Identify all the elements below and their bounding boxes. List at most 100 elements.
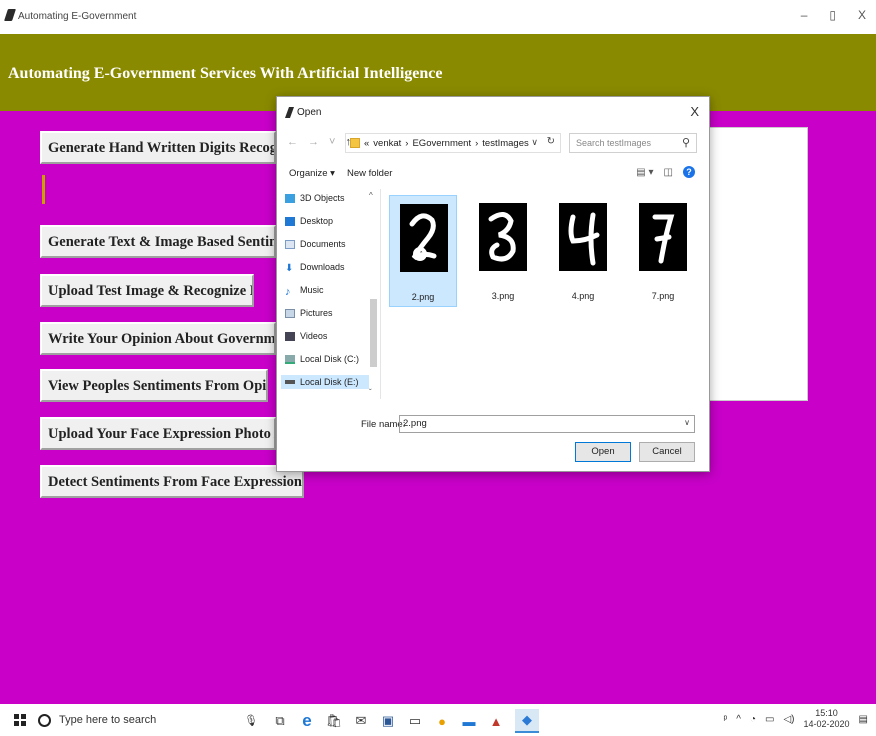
edge-browser-icon[interactable]: e <box>299 711 315 730</box>
minimize-button[interactable]: – <box>801 8 808 22</box>
window-title: Automating E-Government <box>18 11 137 22</box>
nav-item-label: Local Disk (C:) <box>300 354 360 364</box>
taskbar-search[interactable]: Type here to search 🎙 <box>38 708 268 732</box>
address-bar[interactable]: « venkat › EGovernment › testImages ∨ ↻ <box>345 133 561 153</box>
system-tray: ᵖ ^ ◔ ▭ ◁) 15:10 14-02-2020 ▤ <box>723 708 868 730</box>
task-view-icon[interactable]: ⧉ <box>272 712 288 730</box>
refresh-icon[interactable]: ↻ <box>547 136 555 147</box>
forward-arrow-icon[interactable]: → <box>308 136 319 148</box>
close-button[interactable]: X <box>858 8 866 22</box>
upload-face-photo-button[interactable]: Upload Your Face Expression Photo About … <box>40 417 276 450</box>
file-name-input[interactable]: 2.png ∨ <box>399 415 695 433</box>
file-name-row: File name: 2.png ∨ <box>277 415 709 435</box>
chevron-down-icon[interactable]: ∨ <box>531 137 538 148</box>
file-explorer-icon[interactable]: ▬ <box>461 712 477 730</box>
generate-sentiment-model-button[interactable]: Generate Text & Image Based Sentiment De… <box>40 225 276 258</box>
open-file-dialog: Open X ← → ˅ ↑ « venkat › EGovernment › … <box>276 96 710 472</box>
mail-icon[interactable]: ✉ <box>353 712 369 730</box>
nav-item-pictures[interactable]: Pictures <box>285 308 333 318</box>
windows-drive-icon <box>285 354 295 364</box>
generate-digits-model-button[interactable]: Generate Hand Written Digits Recognition… <box>40 131 276 164</box>
digit-image-thumbnail <box>400 204 448 272</box>
breadcrumb-separator: › <box>405 137 409 149</box>
recent-chevron-icon[interactable]: ˅ <box>329 136 335 148</box>
search-input[interactable]: Search testImages ⚲ <box>569 133 697 153</box>
search-icon: ⚲ <box>681 137 690 149</box>
file-item-3[interactable]: 3.png <box>469 195 537 307</box>
nav-scrollbar[interactable]: ^ ˇ <box>369 191 378 397</box>
detect-face-sentiment-button[interactable]: Detect Sentiments From Face Expression P… <box>40 465 304 498</box>
cancel-button[interactable]: Cancel <box>639 442 695 462</box>
battery-icon[interactable]: ▭ <box>765 714 774 725</box>
dialog-close-button[interactable]: X <box>690 104 699 119</box>
breadcrumb-venkat[interactable]: venkat <box>373 138 401 149</box>
nav-item-label: Documents <box>300 239 346 249</box>
navigation-pane: 3D Objects Desktop Documents ⬇ Downloads … <box>277 189 381 399</box>
nav-item-local-disk-e[interactable]: Local Disk (E:) <box>281 375 369 389</box>
taskbar-apps: ⧉ e 🛍 ✉ ▣ ▭ ● ▬ ▲ ◆ <box>272 709 539 733</box>
change-view-icon[interactable]: ▤ ▾ <box>636 167 653 178</box>
organize-menu[interactable]: Organize ▾ <box>289 168 335 179</box>
chevron-up-icon[interactable]: ^ <box>736 714 741 725</box>
breadcrumb-overflow[interactable]: « <box>364 138 369 149</box>
nav-item-documents[interactable]: Documents <box>285 239 346 249</box>
microphone-icon[interactable]: 🎙 <box>244 714 258 727</box>
nav-item-local-disk-c[interactable]: Local Disk (C:) <box>285 354 359 364</box>
chevron-up-icon[interactable]: ^ <box>369 191 373 200</box>
digit-image-thumbnail <box>559 203 607 271</box>
volume-icon[interactable]: ◁) <box>783 714 794 725</box>
file-name-value: 2.png <box>403 418 427 429</box>
output-text-area[interactable] <box>704 127 808 401</box>
upload-test-image-button[interactable]: Upload Test Image & Recognize Digit <box>40 274 254 307</box>
clock[interactable]: 15:10 14-02-2020 <box>804 708 850 730</box>
nav-item-label: Desktop <box>300 216 334 226</box>
word-icon[interactable]: ▣ <box>380 712 396 730</box>
nav-item-music[interactable]: ♪ Music <box>285 285 324 298</box>
new-folder-button[interactable]: New folder <box>347 168 392 179</box>
chrome-icon[interactable]: ● <box>434 712 450 730</box>
desktop-icon <box>285 216 295 226</box>
dialog-titlebar: Open X <box>277 97 709 127</box>
python-app-icon[interactable]: ◆ <box>515 709 539 733</box>
nav-item-videos[interactable]: Videos <box>285 331 327 341</box>
back-arrow-icon[interactable]: ← <box>287 136 298 148</box>
write-opinion-button[interactable]: Write Your Opinion About Government Poli… <box>40 322 276 355</box>
nav-item-desktop[interactable]: Desktop <box>285 216 333 226</box>
file-item-4[interactable]: 4.png <box>549 195 617 307</box>
nav-item-3d-objects[interactable]: 3D Objects <box>285 193 345 203</box>
breadcrumb-separator: › <box>475 137 479 149</box>
window-titlebar: Automating E-Government – ▯ X <box>0 0 876 34</box>
nav-item-label: Local Disk (E:) <box>300 377 359 387</box>
preview-pane-icon[interactable]: ◫ <box>664 167 673 178</box>
nav-item-label: Music <box>300 285 324 295</box>
music-note-icon: ♪ <box>285 285 291 298</box>
file-item-2[interactable]: 2.png <box>389 195 457 307</box>
folder-icon <box>350 138 360 148</box>
notification-icon[interactable]: ▤ <box>859 714 868 725</box>
store-bag-icon[interactable]: 🛍 <box>326 712 343 730</box>
file-name: 2.png <box>411 292 435 302</box>
film-icon <box>285 331 295 341</box>
chevron-down-icon[interactable]: ˇ <box>369 388 372 397</box>
dialog-toolbar: Organize ▾ New folder ▤ ▾ ◫ ? <box>277 163 709 185</box>
windows-start-icon[interactable] <box>14 714 26 726</box>
wifi-icon[interactable]: ◔ <box>750 714 756 725</box>
taskbar-search-placeholder: Type here to search <box>59 714 157 726</box>
document-icon <box>285 239 295 249</box>
breadcrumb-testimages[interactable]: testImages <box>482 138 528 149</box>
people-icon[interactable]: ᵖ <box>723 714 727 725</box>
maximize-button[interactable]: ▯ <box>829 8 836 22</box>
feather-icon <box>4 9 16 21</box>
help-icon[interactable]: ? <box>683 166 695 178</box>
file-item-7[interactable]: 7.png <box>629 195 697 307</box>
breadcrumb-egovernment[interactable]: EGovernment <box>412 138 471 149</box>
nav-item-downloads[interactable]: ⬇ Downloads <box>285 262 345 274</box>
scrollbar-thumb[interactable] <box>370 299 377 367</box>
view-sentiments-button[interactable]: View Peoples Sentiments From Opinions <box>40 369 268 402</box>
open-button[interactable]: Open <box>575 442 631 462</box>
chevron-down-icon[interactable]: ∨ <box>684 418 690 427</box>
drive-icon <box>285 380 295 384</box>
terminal-icon[interactable]: ▭ <box>407 712 423 730</box>
pinned-app-icon[interactable]: ▲ <box>488 712 504 730</box>
file-list: 2.png 3.png 4.png 7.png <box>389 195 705 385</box>
